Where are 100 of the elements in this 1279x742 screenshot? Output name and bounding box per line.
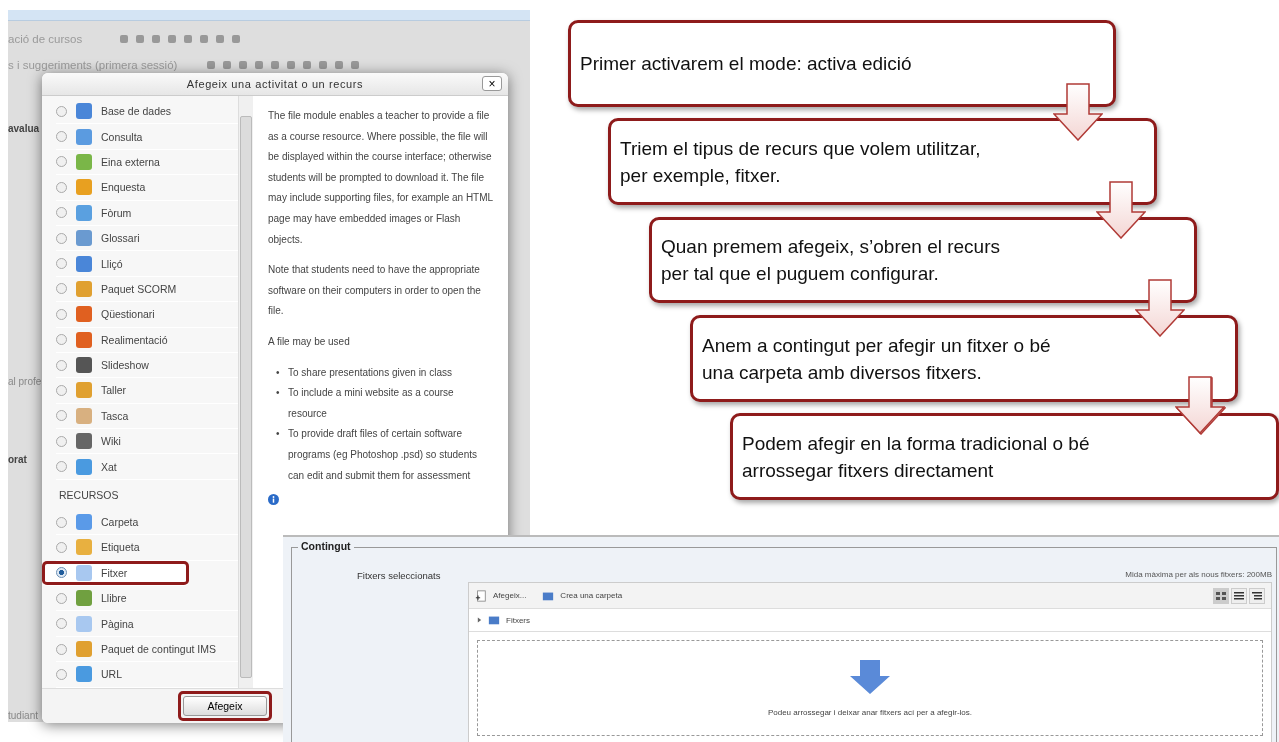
module-option[interactable]: Eina externa <box>56 149 238 176</box>
callout-text: Primer activarem el mode: activa edició <box>580 52 912 76</box>
radio-button[interactable] <box>56 567 67 579</box>
drop-zone[interactable]: Podeu arrossegar i deixar anar fitxers ací per a afegir-los. <box>477 640 1263 736</box>
radio-button[interactable] <box>56 181 67 193</box>
module-option[interactable]: URL <box>56 662 238 688</box>
edit-tool-icon[interactable] <box>166 33 179 45</box>
module-option[interactable]: Llibre <box>56 586 238 612</box>
down-arrow <box>1175 376 1225 434</box>
expand-icon[interactable] <box>477 617 482 623</box>
add-button[interactable]: Afegeix <box>183 696 267 716</box>
edit-tool-icon[interactable] <box>317 59 330 71</box>
create-folder-link[interactable]: Crea una carpeta <box>560 591 623 600</box>
folder-path[interactable]: Fitxers <box>506 615 530 625</box>
callout-text: Quan premem afegeix, s’obren el recurs per tal que el puguem configurar. <box>661 235 1001 286</box>
close-button[interactable]: × <box>482 76 502 91</box>
callout-text: Podem afegir en la forma tradicional o bé arrossegar fitxers directament <box>742 431 1091 483</box>
module-icon <box>75 127 93 146</box>
radio-button[interactable] <box>56 258 67 270</box>
radio-button[interactable] <box>56 308 67 320</box>
module-option[interactable]: Wiki <box>56 429 238 455</box>
edit-tool-icon[interactable] <box>301 59 314 71</box>
radio-button[interactable] <box>56 643 67 655</box>
module-option[interactable]: Realimentació <box>56 327 238 353</box>
edit-tool-icon[interactable] <box>230 33 243 45</box>
down-arrow <box>1053 83 1103 141</box>
radio-button[interactable] <box>56 618 67 630</box>
tree-view-icon[interactable] <box>1249 587 1265 604</box>
edit-tool-icon[interactable] <box>205 59 218 71</box>
edit-tool-icon[interactable] <box>118 33 131 45</box>
edit-tool-icon[interactable] <box>237 59 250 71</box>
edit-tool-icon[interactable] <box>349 59 362 71</box>
radio-button[interactable] <box>56 516 67 528</box>
radio-button[interactable] <box>56 385 67 396</box>
edit-tool-icon[interactable] <box>221 59 234 71</box>
description-text: Note that students need to have the appropriate software on their computers in order to open the file. <box>268 263 482 319</box>
radio-button[interactable] <box>56 334 67 346</box>
module-icon <box>75 589 93 608</box>
radio-button[interactable] <box>56 592 67 604</box>
module-icon <box>75 330 93 349</box>
module-icon <box>75 152 93 171</box>
module-option[interactable]: Paquet de contingut IMS <box>56 636 238 663</box>
module-option[interactable]: Fitxer <box>42 560 189 587</box>
module-icon <box>75 254 93 273</box>
page-text: orat <box>8 454 27 465</box>
edit-tool-icon[interactable] <box>134 33 147 45</box>
info-icon[interactable] <box>268 494 279 506</box>
module-option[interactable]: Tasca <box>56 403 238 430</box>
radio-button[interactable] <box>56 435 67 447</box>
module-option[interactable]: Qüestionari <box>56 302 238 328</box>
module-option[interactable]: Etiqueta <box>56 535 238 561</box>
edit-tool-icon[interactable] <box>253 59 266 71</box>
radio-button[interactable] <box>56 410 67 422</box>
module-icon <box>75 203 93 222</box>
module-icon <box>75 381 93 400</box>
module-option[interactable]: Fòrum <box>56 200 238 226</box>
module-option[interactable]: Base de dades <box>56 99 238 125</box>
module-option[interactable]: Consulta <box>56 124 238 150</box>
add-file-link[interactable]: Afegeix... <box>493 591 527 600</box>
edit-tool-icon[interactable] <box>150 33 163 45</box>
dialog-title: Afegeix una activitat o un recurs <box>186 78 364 90</box>
edit-tool-icon[interactable] <box>333 59 346 71</box>
module-option[interactable]: Slideshow <box>56 352 238 379</box>
description-text: A file may be used <box>268 334 351 349</box>
radio-button[interactable] <box>56 232 67 244</box>
edit-tool-icon[interactable] <box>214 33 227 45</box>
module-option[interactable]: Carpeta <box>56 509 238 536</box>
scrollbar[interactable] <box>238 96 253 688</box>
description-text: The file module enables a teacher to provide a file as a course resource. Where possible, the file will be displayed within the course interface; otherwise students will be prompted to download it. The file may include supporting files, for example an HTML page may have embedded images or Flash objects. <box>268 109 494 247</box>
radio-button[interactable] <box>56 105 67 117</box>
module-option[interactable]: Pàgina <box>56 611 238 637</box>
edit-tool-icon[interactable] <box>198 33 211 45</box>
module-option[interactable]: Glossari <box>56 225 238 252</box>
edit-tool-icon[interactable] <box>285 59 298 71</box>
edit-tool-icon[interactable] <box>269 59 282 71</box>
max-size-text: Mida màxima per als nous fitxers: 200MB <box>1125 570 1272 579</box>
radio-button[interactable] <box>56 207 67 219</box>
module-option[interactable]: Enquesta <box>56 175 238 201</box>
radio-button[interactable] <box>56 131 67 143</box>
radio-button[interactable] <box>56 541 67 553</box>
module-option[interactable]: Lliçó <box>56 251 238 277</box>
section-legend: Contingut <box>298 540 354 552</box>
scrollbar-thumb[interactable] <box>240 116 252 678</box>
module-option[interactable]: Paquet SCORM <box>56 276 238 303</box>
module-option[interactable]: Xat <box>56 454 238 480</box>
down-arrow <box>1135 279 1185 337</box>
callout-text: Triem el tipus de recurs que volem utilitzar, per exemple, fitxer. <box>620 136 982 188</box>
grid-view-icon[interactable] <box>1213 587 1229 604</box>
radio-button[interactable] <box>56 668 67 680</box>
radio-button[interactable] <box>56 156 67 168</box>
module-option[interactable]: Taller <box>56 378 238 404</box>
list-view-icon[interactable] <box>1231 587 1247 604</box>
module-icon <box>75 538 93 557</box>
radio-button[interactable] <box>56 283 67 295</box>
radio-button[interactable] <box>56 461 67 473</box>
module-icon <box>75 102 93 121</box>
down-arrow <box>1096 181 1146 239</box>
module-icon <box>75 305 93 324</box>
radio-button[interactable] <box>56 359 67 371</box>
edit-tool-icon[interactable] <box>182 33 195 45</box>
